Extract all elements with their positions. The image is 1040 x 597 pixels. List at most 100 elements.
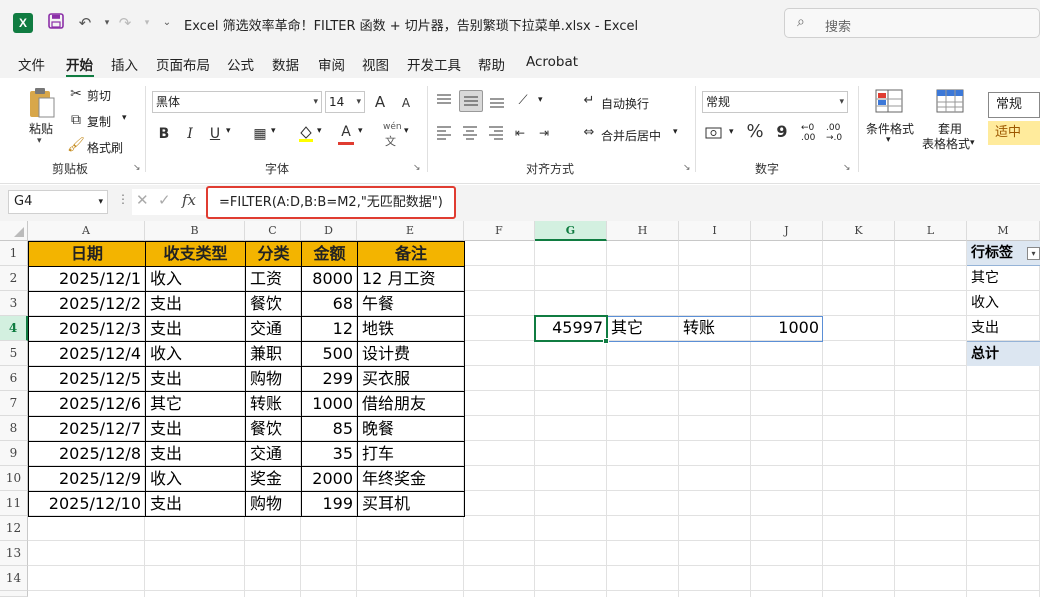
table-cell[interactable]: 支出 [145, 316, 246, 342]
tab-insert[interactable]: 插入 [111, 54, 138, 74]
table-cell[interactable]: 8000 [301, 266, 358, 292]
align-top-icon[interactable] [435, 92, 453, 110]
fill-color-dropdown-icon[interactable]: ▾ [317, 126, 322, 136]
underline-icon[interactable]: U [207, 124, 223, 144]
phonetic-char-icon[interactable]: 文 [385, 133, 396, 149]
column-header-b[interactable]: B [145, 221, 245, 241]
phonetic-dropdown-icon[interactable]: ▾ [404, 126, 409, 136]
tab-page-layout[interactable]: 页面布局 [156, 54, 210, 74]
align-middle-icon[interactable] [459, 90, 483, 112]
row-header-5[interactable]: 5 [0, 341, 28, 366]
table-cell[interactable]: 支出 [145, 291, 246, 317]
chevron-down-icon[interactable]: ▾ [98, 191, 103, 213]
table-cell[interactable]: 午餐 [357, 291, 465, 317]
table-cell[interactable]: 2025/12/3 [28, 316, 146, 342]
table-cell[interactable]: 购物 [245, 491, 302, 517]
column-header-e[interactable]: E [357, 221, 464, 241]
copy-dropdown-icon[interactable]: ▾ [122, 113, 127, 123]
table-cell[interactable]: 2025/12/9 [28, 466, 146, 492]
redo-icon[interactable]: ↷ [114, 12, 136, 34]
accounting-format-icon[interactable] [704, 124, 724, 142]
table-cell[interactable]: 12 [301, 316, 358, 342]
format-as-table-icon[interactable] [935, 88, 965, 116]
tab-formulas[interactable]: 公式 [227, 54, 254, 74]
cut-button[interactable]: 剪切 [87, 87, 111, 104]
row-header-15[interactable]: 15 [0, 591, 28, 597]
table-cell[interactable]: 2025/12/4 [28, 341, 146, 367]
table-cell[interactable]: 兼职 [245, 341, 302, 367]
enter-icon[interactable]: ✓ [158, 191, 171, 209]
percent-icon[interactable]: % [745, 122, 765, 142]
table-cell[interactable]: 借给朋友 [357, 391, 465, 417]
conditional-format-icon[interactable] [874, 88, 904, 116]
table-cell[interactable]: 年终奖金 [357, 466, 465, 492]
tab-home[interactable]: 开始 [66, 54, 93, 74]
pivot-row-label[interactable]: 收入 [967, 291, 1040, 316]
paste-dropdown-icon[interactable]: ▾ [37, 136, 42, 146]
column-header-d[interactable]: D [301, 221, 357, 241]
column-header-k[interactable]: K [823, 221, 895, 241]
select-all-corner[interactable] [0, 221, 28, 241]
table-cell[interactable]: 工资 [245, 266, 302, 292]
table-cell[interactable]: 买耳机 [357, 491, 465, 517]
column-header-i[interactable]: I [679, 221, 751, 241]
font-name-combo[interactable]: 黑体 ▾ [152, 91, 322, 113]
number-format-combo[interactable]: 常规 ▾ [702, 91, 848, 113]
column-header-f[interactable]: F [464, 221, 535, 241]
fill-color-icon[interactable] [297, 123, 315, 143]
filter-dropdown-icon[interactable]: ▾ [1027, 247, 1040, 260]
row-header-1[interactable]: 1 [0, 241, 28, 266]
table-cell[interactable]: 转账 [245, 391, 302, 417]
font-color-icon[interactable]: A [337, 122, 355, 145]
paste-button[interactable]: 粘贴 [29, 120, 53, 137]
pivot-row-label[interactable]: 支出 [967, 316, 1040, 341]
row-header-11[interactable]: 11 [0, 491, 28, 516]
decrease-decimal-icon[interactable]: .00 →.0 [826, 123, 842, 143]
table-cell[interactable]: 餐饮 [245, 416, 302, 442]
table-cell[interactable]: 2025/12/10 [28, 491, 146, 517]
decrease-indent-icon[interactable]: ⇤ [511, 123, 529, 143]
borders-icon[interactable]: ▦ [250, 124, 270, 144]
table-cell[interactable]: 收入 [145, 266, 246, 292]
number-launcher-icon[interactable]: ↘ [843, 163, 851, 173]
table-cell[interactable]: 收入 [145, 341, 246, 367]
table-cell[interactable]: 2025/12/1 [28, 266, 146, 292]
search-box[interactable]: ⌕ 搜索 [784, 8, 1040, 38]
table-cell[interactable]: 299 [301, 366, 358, 392]
row-header-2[interactable]: 2 [0, 266, 28, 291]
table-cell[interactable]: 2025/12/5 [28, 366, 146, 392]
row-header-13[interactable]: 13 [0, 541, 28, 566]
bold-icon[interactable]: B [156, 124, 172, 144]
table-header-cell[interactable]: 日期 [28, 241, 146, 267]
table-cell[interactable]: 买衣服 [357, 366, 465, 392]
wrap-text-icon[interactable]: ↵ [580, 91, 598, 111]
table-cell[interactable]: 1000 [301, 391, 358, 417]
column-header-c[interactable]: C [245, 221, 301, 241]
merge-dropdown-icon[interactable]: ▾ [673, 127, 678, 137]
align-bottom-icon[interactable] [488, 92, 506, 110]
pivot-grand-total[interactable]: 总计 [967, 341, 1040, 366]
table-cell[interactable]: 85 [301, 416, 358, 442]
name-box[interactable]: G4 ▾ [8, 190, 108, 214]
underline-dropdown-icon[interactable]: ▾ [226, 126, 231, 136]
row-header-6[interactable]: 6 [0, 366, 28, 391]
redo-dropdown-icon[interactable]: ▾ [136, 12, 158, 34]
table-cell[interactable]: 支出 [145, 366, 246, 392]
row-header-4[interactable]: 4 [0, 316, 28, 341]
table-cell[interactable]: 设计费 [357, 341, 465, 367]
insert-function-icon[interactable]: fx [182, 191, 196, 209]
table-header-cell[interactable]: 金额 [301, 241, 358, 267]
paste-icon[interactable] [26, 86, 58, 120]
column-header-j[interactable]: J [751, 221, 823, 241]
customize-qat-icon[interactable]: ⌄ [156, 12, 178, 34]
worksheet-grid[interactable]: ABCDEFGHIJKLM 123456789101112131415 日期收支… [0, 221, 1040, 597]
table-header-cell[interactable]: 备注 [357, 241, 465, 267]
tab-developer[interactable]: 开发工具 [407, 54, 461, 74]
cell-style-neutral[interactable]: 适中 [988, 121, 1040, 145]
fill-handle[interactable] [603, 338, 609, 344]
borders-dropdown-icon[interactable]: ▾ [271, 126, 276, 136]
column-header-a[interactable]: A [28, 221, 145, 241]
format-painter-button[interactable]: 格式刷 [87, 139, 123, 156]
table-cell[interactable]: 收入 [145, 466, 246, 492]
table-cell[interactable]: 晚餐 [357, 416, 465, 442]
